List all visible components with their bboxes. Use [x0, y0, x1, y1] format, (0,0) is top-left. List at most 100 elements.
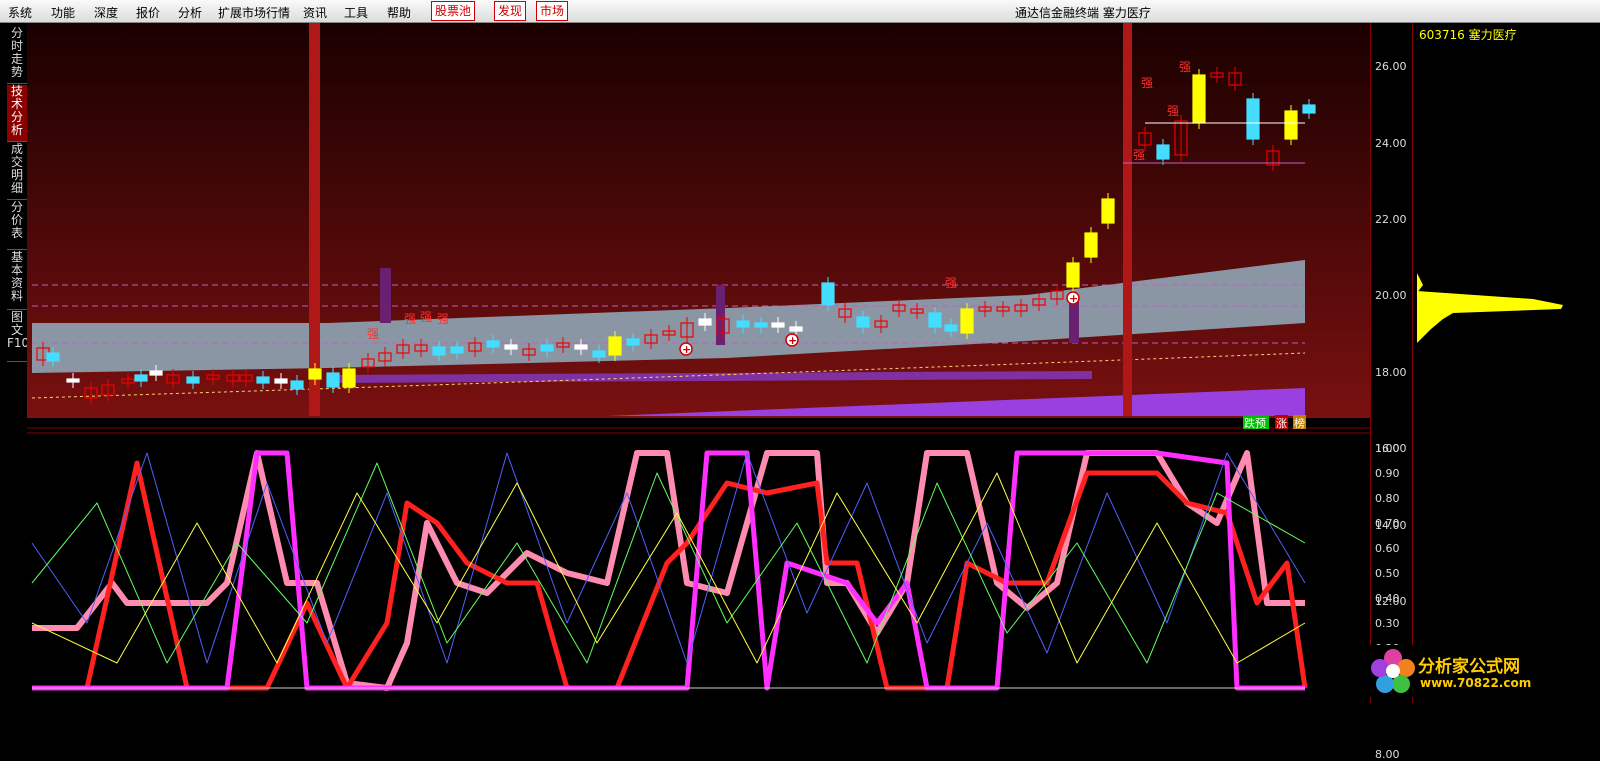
menu-bar: 系统 功能 深度 报价 分析 扩展市场行情 资讯 工具 帮助 股票池 发现 市场	[0, 0, 1600, 23]
strong-label: 强	[1167, 104, 1179, 118]
watermark-logo: 分析家公式网 www.70822.com	[1366, 645, 1556, 697]
prob-tick: 0.70	[1375, 516, 1400, 530]
candle-body	[342, 368, 356, 388]
price-tick: 22.00	[1375, 213, 1407, 226]
candle-body	[1302, 104, 1316, 114]
menu-item[interactable]: 深度	[94, 4, 118, 21]
chip-peak	[1417, 291, 1563, 343]
strong-label: 强	[1133, 148, 1145, 162]
plus-sign: +	[682, 343, 691, 356]
menu-item[interactable]: 分析	[178, 4, 202, 21]
purple-bar	[716, 285, 725, 345]
candle-body	[592, 350, 606, 358]
candle-body	[290, 380, 304, 390]
left-tab[interactable]: 成交明细	[7, 143, 27, 200]
menu-item-highlight[interactable]: 股票池	[431, 1, 476, 21]
stock-title-label: 通达信金融终端 塞力医疗	[1015, 6, 1151, 20]
candle-body	[186, 376, 200, 384]
candle-body	[1192, 74, 1206, 124]
prob-tick: 0.80	[1375, 491, 1400, 505]
left-tab[interactable]: 分时走势	[7, 27, 27, 84]
candle-body	[574, 344, 588, 350]
purple-bar	[380, 268, 391, 323]
strong-label: 强	[437, 312, 449, 326]
price-tick: 26.00	[1375, 60, 1407, 74]
price-tick: 18.00	[1375, 365, 1407, 379]
menu-item-highlight[interactable]: 市场	[536, 1, 569, 21]
chart-area[interactable]: + + + 强强强强强强强强强跌预涨榜	[27, 23, 1370, 703]
candle-body	[771, 322, 785, 328]
logo-text: 分析家公式网	[1418, 657, 1520, 677]
plus-sign: +	[1069, 292, 1078, 305]
left-tab[interactable]: 基本资料	[7, 251, 27, 310]
purple-bar	[1069, 301, 1079, 343]
candle-body	[736, 320, 750, 328]
menu-item[interactable]: 系统	[8, 4, 32, 21]
candle-body	[1284, 110, 1298, 140]
candle-body	[1156, 144, 1170, 160]
candle-body	[450, 346, 464, 354]
candle-body	[1066, 262, 1080, 288]
menu-item[interactable]: 工具	[344, 4, 368, 21]
candle-body	[504, 344, 518, 350]
candle-body	[754, 322, 768, 328]
candle-body	[66, 378, 80, 383]
logo-url: www.70822.com	[1420, 676, 1532, 690]
left-tab[interactable]: 分价表	[7, 201, 27, 250]
price-axis: 26.00 24.00 22.00 20.00 18.00 16.00 14.00 12.00…	[1370, 23, 1413, 761]
candle-body	[149, 370, 163, 376]
strong-label: 强	[1179, 60, 1191, 74]
price-tick: 24.00	[1375, 136, 1407, 150]
prob-tick: 0.30	[1375, 616, 1400, 630]
price-tick: 20.00	[1375, 289, 1407, 303]
plus-sign: +	[788, 334, 797, 347]
badge-text: 榜	[1294, 416, 1305, 430]
candle-body	[46, 352, 60, 362]
candle-body	[928, 312, 942, 328]
candle-body	[1101, 198, 1115, 224]
signal-bar	[1123, 23, 1132, 416]
menu-item[interactable]: 帮助	[387, 4, 411, 21]
candle-body	[960, 308, 974, 334]
right-panel: 603716 塞力医疗	[1412, 23, 1600, 703]
candle-body	[274, 378, 288, 384]
candle-body	[432, 346, 446, 356]
chart-svg: +++强强强强强强强强强跌预涨榜	[27, 23, 1370, 703]
price-tick: 8.00	[1375, 747, 1400, 761]
prob-tick: 0.40	[1375, 591, 1400, 605]
flower-logo-icon	[1371, 649, 1415, 693]
candle-body	[608, 336, 622, 356]
candle-body	[944, 324, 958, 332]
menu-item-highlight[interactable]: 发现	[494, 1, 527, 21]
badge-text: 涨	[1276, 417, 1287, 430]
candle-body	[856, 316, 870, 328]
candle-body	[789, 326, 803, 332]
prob-tick: 0.50	[1375, 566, 1400, 580]
prob-tick: 1.00	[1375, 442, 1400, 455]
chip-peak-small	[1417, 273, 1423, 293]
candle-body	[134, 374, 148, 382]
strong-label: 强	[945, 276, 957, 290]
strong-label: 强	[404, 312, 416, 326]
left-tab[interactable]: 技术分析	[7, 85, 27, 142]
chip-distribution	[1417, 273, 1563, 343]
candle-body	[486, 340, 500, 348]
strong-label: 强	[1141, 76, 1153, 90]
left-tabs: 分时走势 技术分析 成交明细 分价表 基本资料 图文F10	[7, 23, 29, 703]
candle-body	[698, 318, 712, 326]
menu-item[interactable]: 资讯	[303, 4, 327, 21]
signal-bar	[309, 23, 320, 416]
candle-body	[308, 368, 322, 380]
candle-body	[1246, 98, 1260, 140]
strong-label: 强	[420, 310, 432, 324]
prob-tick: 0.90	[1375, 466, 1400, 480]
candle-body	[256, 376, 270, 384]
menu-item[interactable]: 报价	[136, 4, 160, 21]
menu-item[interactable]: 扩展市场行情	[218, 4, 290, 21]
candle-body	[626, 338, 640, 346]
candle-body	[821, 282, 835, 306]
strong-label: 强	[367, 327, 379, 341]
candle-body	[326, 372, 340, 388]
left-tab[interactable]: 图文F10	[7, 311, 29, 362]
menu-item[interactable]: 功能	[51, 4, 75, 21]
